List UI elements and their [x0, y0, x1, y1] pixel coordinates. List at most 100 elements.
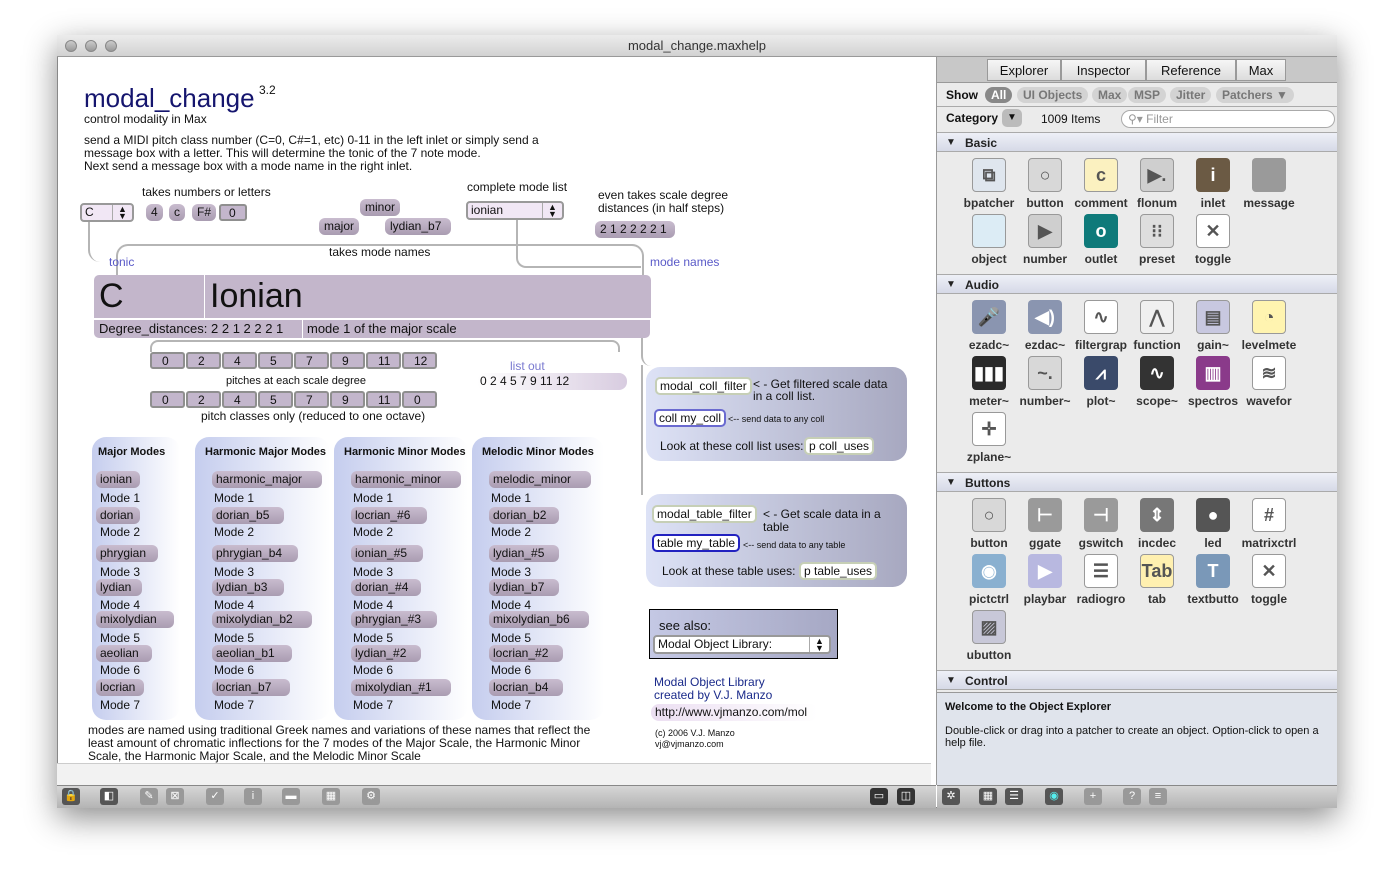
pitch-class-number[interactable]: 5	[258, 391, 293, 408]
table-object[interactable]: table my_table	[652, 534, 741, 552]
tonic-message[interactable]: F#	[192, 204, 217, 221]
palette-item[interactable]: ⊣ gswitch	[1073, 498, 1129, 550]
pitch-class-number[interactable]: 9	[330, 391, 365, 408]
pitch-number[interactable]: 4	[222, 352, 257, 369]
disclosure-triangle-icon[interactable]: ▼	[946, 275, 956, 295]
disclosure-triangle-icon[interactable]: ▼	[946, 473, 956, 493]
split-view-icon[interactable]: ▭	[870, 788, 888, 805]
clear-icon[interactable]: ⊠	[166, 788, 184, 805]
pitch-number[interactable]: 2	[186, 352, 221, 369]
mode-message[interactable]: ionian	[96, 471, 140, 488]
mode-message[interactable]: aeolian	[96, 645, 152, 662]
mode-message[interactable]: lydian	[96, 579, 142, 596]
palette-item[interactable]: 🎤 ezadc~	[961, 300, 1017, 352]
pitch-number[interactable]: 7	[294, 352, 329, 369]
mode-message[interactable]: dorian_#4	[351, 579, 421, 596]
pitch-number[interactable]: 11	[366, 352, 401, 369]
mode-message-lydian-b7[interactable]: lydian_b7	[385, 218, 451, 235]
filter-pill[interactable]: All	[985, 87, 1013, 103]
inspector-icon[interactable]: ✓	[206, 788, 224, 805]
palette-item[interactable]: ○ button	[1017, 158, 1073, 210]
tonic-menu[interactable]: C ▲ ▼	[80, 203, 134, 222]
palette-item[interactable]: o outlet	[1073, 214, 1129, 266]
palette-item[interactable]: c comment	[1073, 158, 1129, 210]
pitch-class-number[interactable]: 11	[366, 391, 401, 408]
filter-pill[interactable]: UI Objects	[1017, 87, 1089, 103]
mode-menu[interactable]: ionian ▲ ▼	[466, 201, 564, 220]
pitch-class-number[interactable]: 2	[186, 391, 221, 408]
coll-object[interactable]: coll my_coll	[654, 409, 727, 427]
mode-message[interactable]: locrian_#6	[351, 507, 427, 524]
edit-icon[interactable]: ✎	[140, 788, 158, 805]
preview-icon[interactable]: ◉	[1045, 788, 1063, 805]
palette-item[interactable]: ▶ number	[1017, 214, 1073, 266]
palette-item[interactable]: ⇕ incdec	[1129, 498, 1185, 550]
pitch-class-number[interactable]: 4	[222, 391, 257, 408]
palette-item[interactable]: Tab tab	[1129, 554, 1185, 606]
tonic-message[interactable]: 4	[146, 204, 163, 221]
sidebar-icon[interactable]: ◫	[897, 788, 915, 805]
help-icon[interactable]: ?	[1123, 788, 1141, 805]
mode-message[interactable]: locrian	[96, 679, 144, 696]
palette-item[interactable]: ▶ playbar	[1017, 554, 1073, 606]
palette-item[interactable]: Ttextbutto	[1185, 554, 1241, 606]
palette-item[interactable]: ✕ toggle	[1241, 554, 1297, 606]
pitch-number[interactable]: 0	[150, 352, 185, 369]
section-header-buttons[interactable]: ▼ Buttons	[937, 472, 1337, 492]
mode-message[interactable]: lydian_#5	[489, 545, 559, 562]
mode-message[interactable]: mixolydian_b6	[489, 611, 589, 628]
section-header-audio[interactable]: ▼ Audio	[937, 274, 1337, 294]
debug-icon[interactable]: ⚙	[362, 788, 380, 805]
see-also-menu[interactable]: Modal Object Library: ▲ ▼	[653, 635, 831, 654]
palette-item[interactable]: ⋀ function	[1129, 300, 1185, 352]
mode-message[interactable]: harmonic_minor	[351, 471, 461, 488]
palette-item[interactable]: ◀) ezdac~	[1017, 300, 1073, 352]
palette-item[interactable]: ● led	[1185, 498, 1241, 550]
pitch-number[interactable]: 5	[258, 352, 293, 369]
mode-message[interactable]: lydian_b3	[212, 579, 284, 596]
palette-item[interactable]: ~. number~	[1017, 356, 1073, 408]
mode-message[interactable]: dorian_b2	[489, 507, 559, 524]
mode-message[interactable]: aeolian_b1	[212, 645, 292, 662]
palette-item[interactable]: ☰ radiogro	[1073, 554, 1129, 606]
object-icon[interactable]: ▬	[282, 788, 300, 805]
table-filter-object[interactable]: modal_table_filter	[652, 505, 757, 523]
minimize-button[interactable]	[85, 40, 97, 52]
horizontal-scrollbar[interactable]	[57, 763, 931, 785]
pitch-class-number[interactable]: 0	[402, 391, 437, 408]
palette-item[interactable]: ⁝⁝ preset	[1129, 214, 1185, 266]
palette-item[interactable]: ▥ spectros	[1185, 356, 1241, 408]
pitch-class-number[interactable]: 7	[294, 391, 329, 408]
table-uses-subpatcher[interactable]: p table_uses	[799, 562, 878, 580]
disclosure-triangle-icon[interactable]: ▼	[946, 671, 956, 691]
pitch-class-number[interactable]: 0	[150, 391, 185, 408]
filter-pill[interactable]: Patchers ▼	[1216, 87, 1294, 103]
mode-message-minor[interactable]: minor	[360, 199, 401, 216]
mode-message[interactable]: phrygian	[96, 545, 158, 562]
filter-pill[interactable]: MSP	[1128, 87, 1167, 103]
category-dropdown[interactable]: ▼	[1002, 109, 1022, 127]
lock-icon[interactable]: 🔒	[62, 788, 80, 805]
palette-item[interactable]: ⧉ bpatcher	[961, 158, 1017, 210]
info-icon[interactable]: i	[244, 788, 262, 805]
palette-item[interactable]: ⊢ ggate	[1017, 498, 1073, 550]
filter-pill[interactable]: Max	[1092, 87, 1128, 103]
mode-message[interactable]: mixolydian	[96, 611, 174, 628]
palette-item[interactable]: # matrixctrl	[1241, 498, 1297, 550]
section-header-basic[interactable]: ▼ Basic	[937, 132, 1337, 152]
palette-item[interactable]: ∿ filtergrap	[1073, 300, 1129, 352]
palette-item[interactable]: ∿ scope~	[1129, 356, 1185, 408]
palette-item[interactable]: i inlet	[1185, 158, 1241, 210]
list-view-icon[interactable]: ☰	[1005, 788, 1023, 805]
palette-item[interactable]: ▨ ubutton	[961, 610, 1017, 662]
pitch-number[interactable]: 12	[402, 352, 437, 369]
mode-message[interactable]: locrian_#2	[489, 645, 563, 662]
palette-item[interactable]: ✛ zplane~	[961, 412, 1017, 464]
mode-message[interactable]: phrygian_#3	[351, 611, 437, 628]
mode-message[interactable]: dorian	[96, 507, 140, 524]
palette-item[interactable]: ✕ toggle	[1185, 214, 1241, 266]
pitch-number[interactable]: 9	[330, 352, 365, 369]
palette-item[interactable]: ▶. flonum	[1129, 158, 1185, 210]
filter-pill[interactable]: Jitter	[1170, 87, 1212, 103]
palette-item[interactable]: message	[1241, 158, 1297, 210]
